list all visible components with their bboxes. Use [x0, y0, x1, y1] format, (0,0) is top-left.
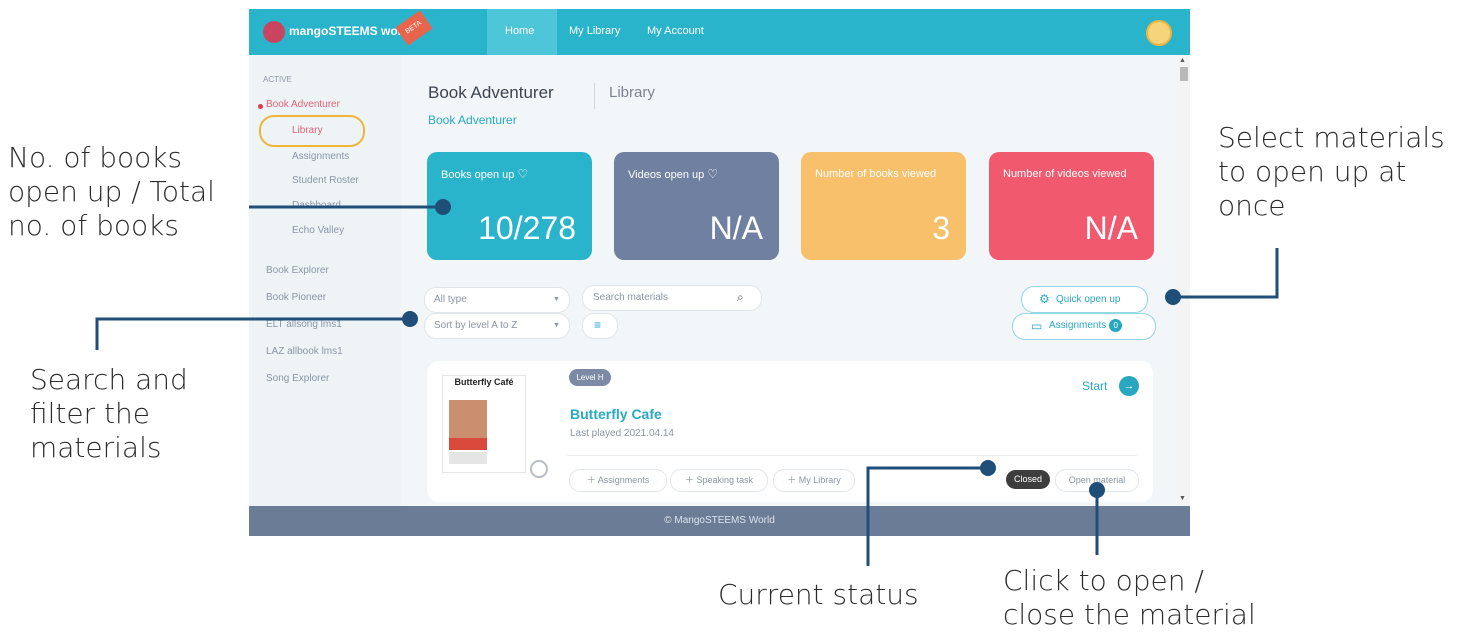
connector-dot [1089, 482, 1105, 498]
connector-dot [1165, 289, 1181, 305]
connector-dot [402, 311, 418, 327]
connector-dot [980, 460, 996, 476]
connector-current-status [866, 466, 988, 566]
connector-select-materials [1173, 248, 1279, 299]
callout-connectors [95, 199, 1279, 566]
connector-dot [435, 199, 451, 215]
connector-search-filter [95, 317, 410, 350]
